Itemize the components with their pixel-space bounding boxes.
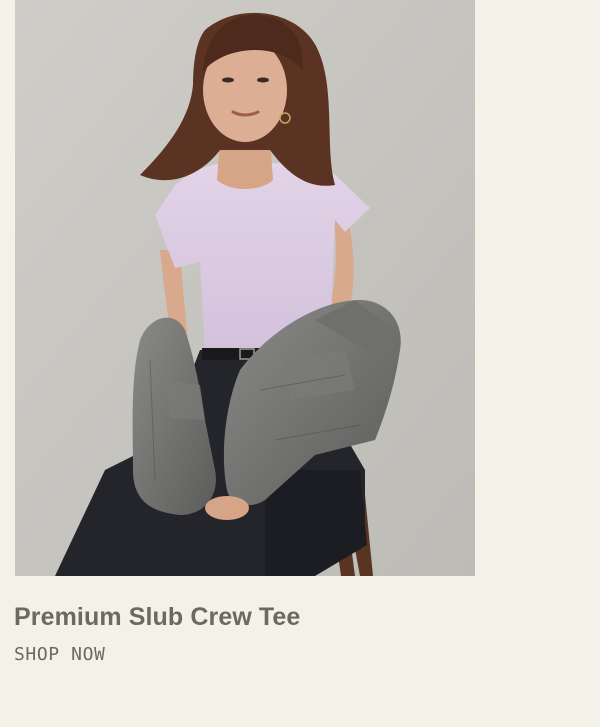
product-title[interactable]: Premium Slub Crew Tee	[14, 601, 300, 633]
shop-now-link[interactable]: SHOP NOW	[14, 643, 106, 667]
product-photo	[15, 0, 475, 576]
product-image-link[interactable]	[15, 0, 475, 576]
product-card: Premium Slub Crew Tee SHOP NOW	[0, 0, 600, 727]
